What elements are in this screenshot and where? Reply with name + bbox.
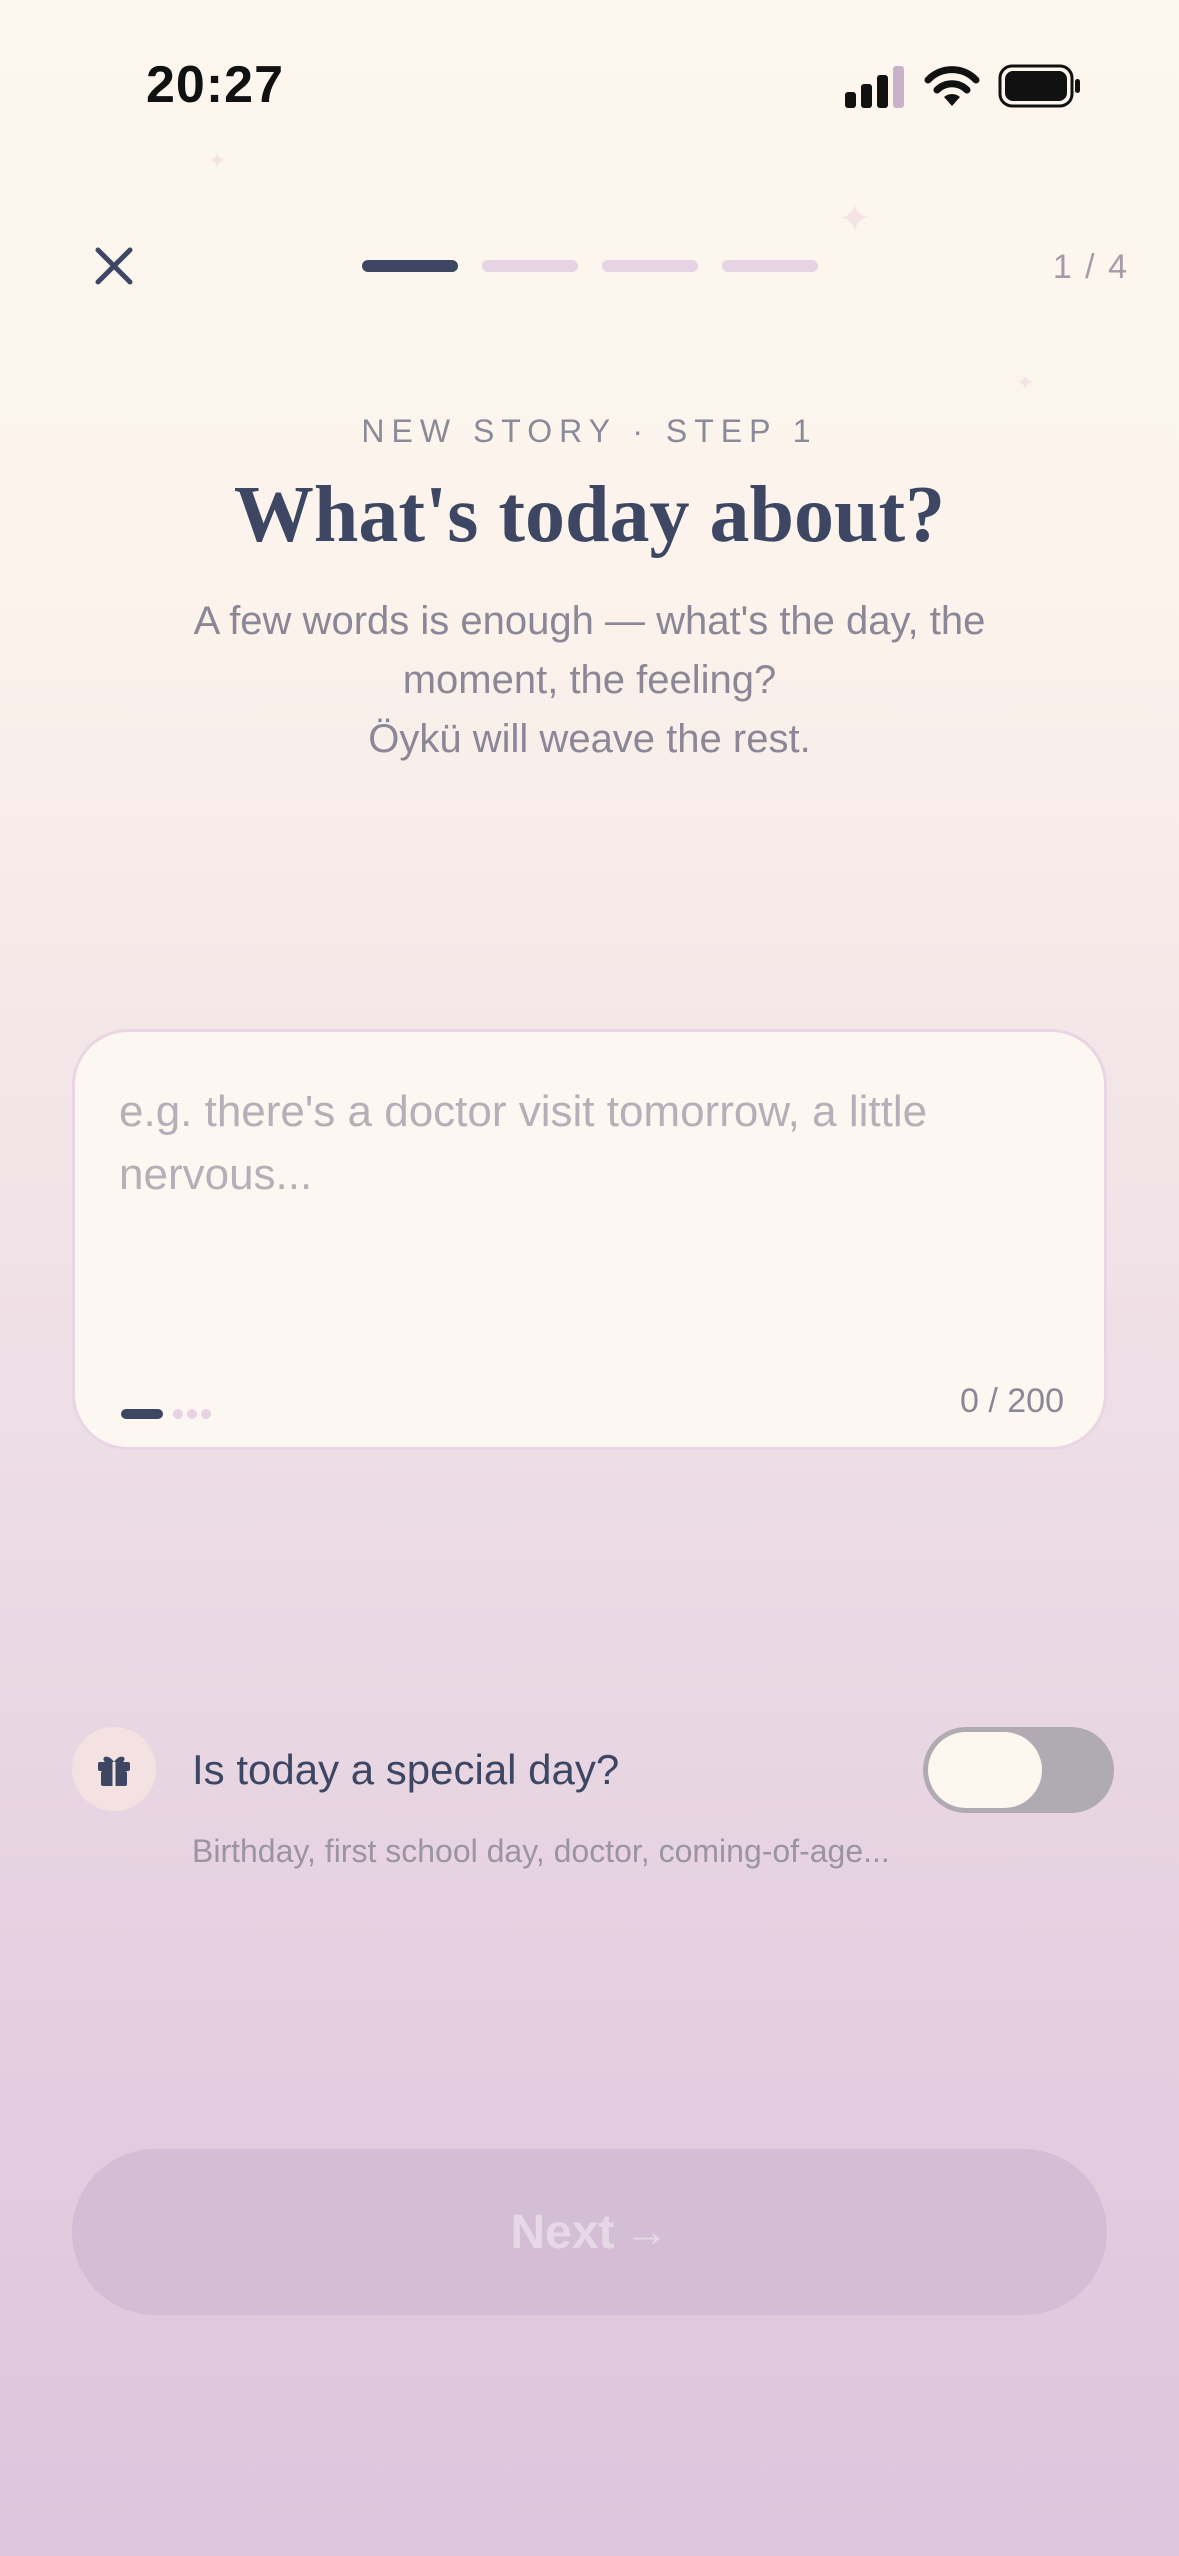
page-subtitle: A few words is enough — what's the day, … bbox=[120, 592, 1059, 769]
next-button[interactable]: Next → bbox=[72, 2149, 1107, 2315]
step-counter: 1 / 4 bbox=[1052, 248, 1129, 286]
toggle-knob bbox=[928, 1732, 1042, 1808]
sparkle-icon: ✦ bbox=[208, 148, 227, 173]
subtitle-line: A few words is enough — what's the day, … bbox=[193, 599, 986, 643]
close-button[interactable] bbox=[84, 236, 144, 296]
close-icon bbox=[95, 247, 133, 285]
page-title: What's today about? bbox=[233, 471, 946, 559]
next-button-label: Next bbox=[510, 2205, 615, 2259]
gift-icon bbox=[98, 1756, 130, 1786]
hint-dot bbox=[173, 1409, 183, 1419]
story-textarea[interactable] bbox=[119, 1080, 1039, 1280]
special-day-hint: Birthday, first school day, doctor, comi… bbox=[192, 1833, 890, 1869]
status-time: 20:27 bbox=[146, 56, 284, 114]
subtitle-line: moment, the feeling? bbox=[402, 658, 777, 702]
hint-dot bbox=[121, 1409, 163, 1419]
arrow-right-icon: → bbox=[624, 2207, 669, 2256]
subtitle-line: Öykü will weave the rest. bbox=[368, 717, 811, 761]
sparkle-icon: ✦ bbox=[1016, 370, 1035, 395]
sparkle-icon: ✦ bbox=[838, 197, 872, 241]
signal-icon bbox=[845, 66, 904, 108]
special-day-toggle[interactable] bbox=[923, 1727, 1114, 1813]
hint-dot bbox=[187, 1409, 197, 1419]
special-day-label: Is today a special day? bbox=[192, 1746, 620, 1793]
hint-dot bbox=[201, 1409, 211, 1419]
progress-segment bbox=[482, 260, 578, 272]
progress-segment bbox=[362, 260, 458, 272]
story-input-card: 0 / 200 bbox=[72, 1029, 1107, 1450]
battery-icon bbox=[998, 64, 1080, 108]
char-counter: 0 / 200 bbox=[960, 1382, 1064, 1420]
progress-segment bbox=[602, 260, 698, 272]
gift-badge bbox=[72, 1727, 156, 1811]
progress-segment bbox=[722, 260, 818, 272]
step-kicker: NEW STORY · STEP 1 bbox=[361, 413, 818, 449]
wifi-icon bbox=[924, 66, 980, 106]
